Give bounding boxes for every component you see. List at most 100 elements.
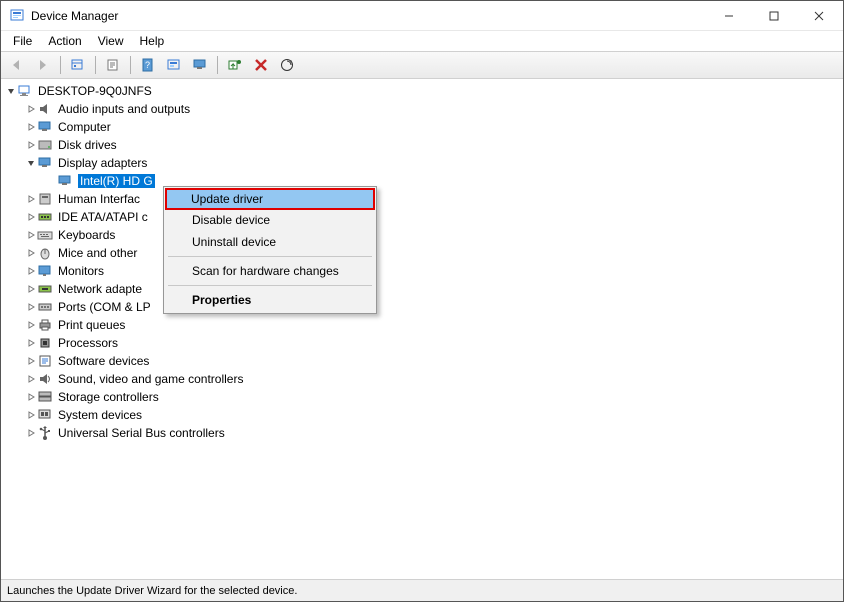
- uninstall-button[interactable]: [249, 54, 273, 76]
- tree-item[interactable]: Intel(R) HD G: [1, 172, 843, 190]
- expand-icon[interactable]: [25, 285, 37, 293]
- tree-item[interactable]: Storage controllers: [1, 388, 843, 406]
- expand-icon[interactable]: [25, 393, 37, 401]
- usb-icon: [37, 425, 53, 441]
- help-button[interactable]: ?: [136, 54, 160, 76]
- expand-icon[interactable]: [25, 303, 37, 311]
- view-button[interactable]: [162, 54, 186, 76]
- context-menu: Update driverDisable deviceUninstall dev…: [163, 186, 377, 314]
- expand-icon[interactable]: [25, 357, 37, 365]
- tree-item[interactable]: Sound, video and game controllers: [1, 370, 843, 388]
- back-button[interactable]: [5, 54, 29, 76]
- window: Device Manager File Action View Help ? D…: [0, 0, 844, 602]
- printer-icon: [37, 317, 53, 333]
- software-icon: [37, 353, 53, 369]
- show-hidden-button[interactable]: [66, 54, 90, 76]
- tree-item[interactable]: IDE ATA/ATAPI c: [1, 208, 843, 226]
- tree-item[interactable]: Universal Serial Bus controllers: [1, 424, 843, 442]
- tree-item-label: Ports (COM & LP: [58, 300, 151, 314]
- tree-item[interactable]: Print queues: [1, 316, 843, 334]
- tree-item-label: Keyboards: [58, 228, 115, 242]
- context-menu-item[interactable]: Disable device: [166, 209, 374, 231]
- close-button[interactable]: [796, 1, 841, 30]
- sound-icon: [37, 371, 53, 387]
- expand-icon[interactable]: [25, 429, 37, 437]
- maximize-button[interactable]: [751, 1, 796, 30]
- expand-icon[interactable]: [25, 321, 37, 329]
- window-title: Device Manager: [31, 9, 706, 23]
- toolbar: ?: [1, 51, 843, 79]
- tree-root-label: DESKTOP-9Q0JNFS: [38, 84, 152, 98]
- tree-item[interactable]: Human Interfac: [1, 190, 843, 208]
- expand-icon[interactable]: [25, 267, 37, 275]
- ide-icon: [37, 209, 53, 225]
- tree-item[interactable]: Processors: [1, 334, 843, 352]
- tree-item[interactable]: Keyboards: [1, 226, 843, 244]
- collapse-icon[interactable]: [5, 87, 17, 95]
- context-menu-separator: [168, 256, 372, 257]
- expand-icon[interactable]: [25, 375, 37, 383]
- display-icon: [57, 173, 73, 189]
- tree-item[interactable]: Ports (COM & LP: [1, 298, 843, 316]
- tree-item-label: Intel(R) HD G: [78, 174, 155, 188]
- menu-file[interactable]: File: [5, 34, 40, 48]
- tree-item[interactable]: Mice and other: [1, 244, 843, 262]
- monitor-icon: [37, 263, 53, 279]
- update-driver-button[interactable]: [223, 54, 247, 76]
- scan-hardware-button[interactable]: [275, 54, 299, 76]
- display-button[interactable]: [188, 54, 212, 76]
- expand-icon[interactable]: [25, 195, 37, 203]
- tree-root[interactable]: DESKTOP-9Q0JNFS: [1, 82, 843, 100]
- toolbar-separator: [95, 56, 96, 74]
- menubar: File Action View Help: [1, 31, 843, 51]
- device-tree[interactable]: DESKTOP-9Q0JNFS Audio inputs and outputs C…: [1, 79, 843, 579]
- context-menu-item[interactable]: Uninstall device: [166, 231, 374, 253]
- expand-icon[interactable]: [25, 339, 37, 347]
- menu-action[interactable]: Action: [40, 34, 89, 48]
- tree-item-label: Processors: [58, 336, 118, 350]
- expand-icon[interactable]: [25, 141, 37, 149]
- toolbar-separator: [60, 56, 61, 74]
- tree-item[interactable]: Computer: [1, 118, 843, 136]
- tree-item-label: Mice and other: [58, 246, 137, 260]
- tree-item-label: Disk drives: [58, 138, 117, 152]
- tree-item[interactable]: Audio inputs and outputs: [1, 100, 843, 118]
- tree-item-label: Network adapte: [58, 282, 142, 296]
- expand-icon[interactable]: [25, 213, 37, 221]
- tree-item-label: Universal Serial Bus controllers: [58, 426, 225, 440]
- toolbar-separator: [217, 56, 218, 74]
- tree-item[interactable]: Monitors: [1, 262, 843, 280]
- hid-icon: [37, 191, 53, 207]
- computer-icon: [17, 83, 33, 99]
- tree-item[interactable]: System devices: [1, 406, 843, 424]
- tree-item[interactable]: Display adapters: [1, 154, 843, 172]
- expand-icon[interactable]: [25, 411, 37, 419]
- context-menu-item[interactable]: Properties: [166, 289, 374, 311]
- expand-icon[interactable]: [25, 105, 37, 113]
- minimize-button[interactable]: [706, 1, 751, 30]
- tree-item-label: Software devices: [58, 354, 149, 368]
- toolbar-separator: [130, 56, 131, 74]
- tree-item-label: Human Interfac: [58, 192, 140, 206]
- expand-icon[interactable]: [25, 123, 37, 131]
- tree-item[interactable]: Disk drives: [1, 136, 843, 154]
- forward-button[interactable]: [31, 54, 55, 76]
- expand-icon[interactable]: [25, 249, 37, 257]
- properties-button[interactable]: [101, 54, 125, 76]
- menu-view[interactable]: View: [90, 34, 132, 48]
- svg-text:?: ?: [145, 60, 150, 70]
- context-menu-item[interactable]: Update driver: [165, 188, 375, 210]
- context-menu-item[interactable]: Scan for hardware changes: [166, 260, 374, 282]
- tree-item-label: Audio inputs and outputs: [58, 102, 190, 116]
- collapse-icon[interactable]: [25, 159, 37, 167]
- cpu-icon: [37, 335, 53, 351]
- menu-help[interactable]: Help: [132, 34, 173, 48]
- audio-icon: [37, 101, 53, 117]
- disk-icon: [37, 137, 53, 153]
- window-controls: [706, 1, 841, 30]
- tree-item[interactable]: Software devices: [1, 352, 843, 370]
- port-icon: [37, 299, 53, 315]
- tree-item[interactable]: Network adapte: [1, 280, 843, 298]
- context-menu-separator: [168, 285, 372, 286]
- expand-icon[interactable]: [25, 231, 37, 239]
